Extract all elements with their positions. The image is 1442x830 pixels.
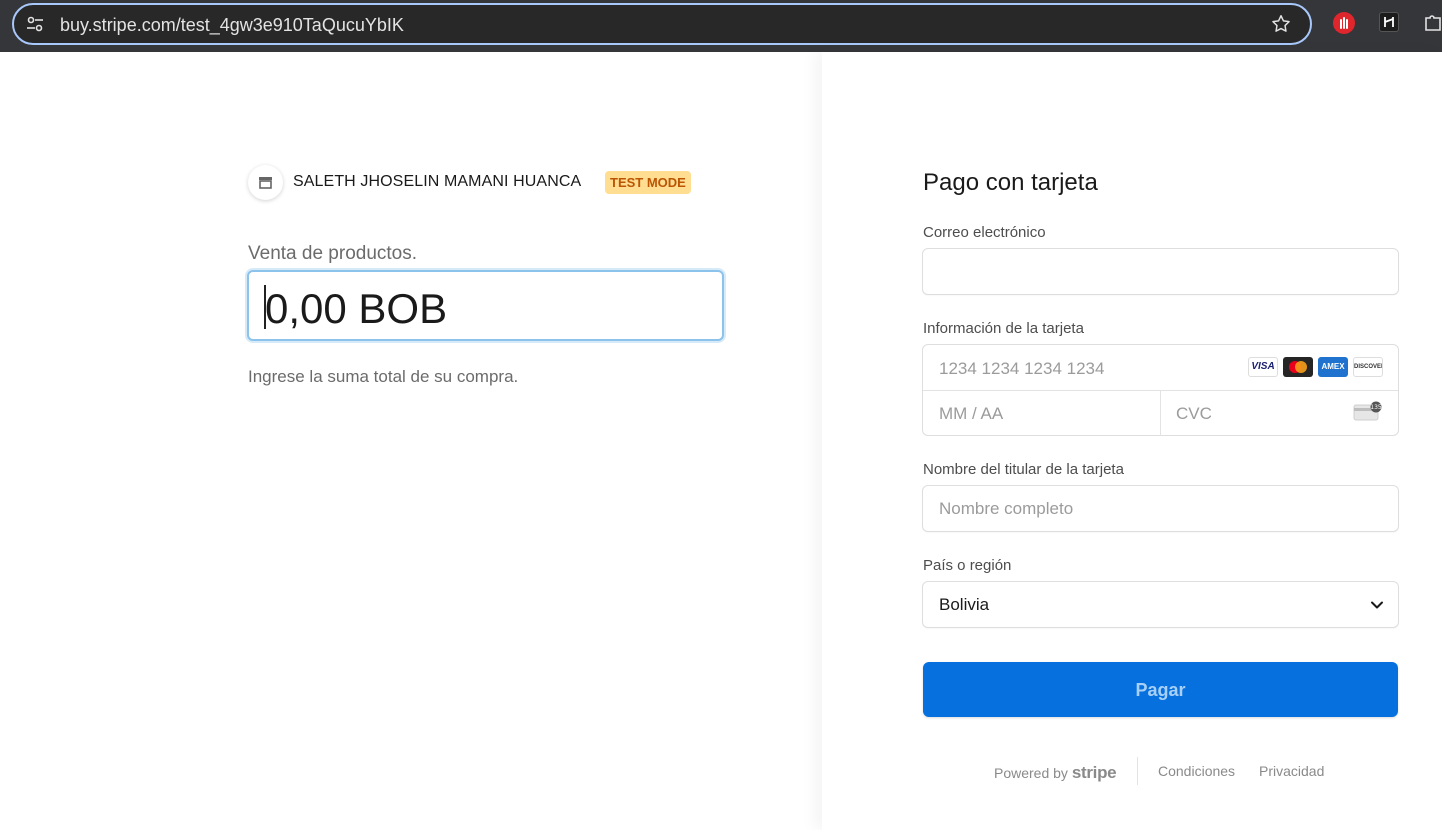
- cvc-card-icon: 135: [1353, 401, 1383, 421]
- amex-icon: AMEX: [1318, 357, 1348, 377]
- powered-by-stripe[interactable]: Powered by stripe: [994, 763, 1117, 783]
- chevron-down-icon: [1370, 598, 1384, 612]
- pay-button-label: Pagar: [1135, 680, 1186, 700]
- card-info-label: Información de la tarjeta: [923, 320, 1084, 337]
- country-label: País o región: [923, 557, 1012, 574]
- merchant-name: SALETH JHOSELIN MAMANI HUANCA: [293, 173, 582, 190]
- card-divider: [1160, 390, 1161, 436]
- pay-button[interactable]: Pagar: [923, 662, 1398, 717]
- browser-toolbar: buy.stripe.com/test_4gw3e910TaQucuYbIK: [0, 0, 1442, 52]
- mastercard-icon: [1283, 357, 1313, 377]
- visa-icon: VISA: [1248, 357, 1278, 377]
- address-bar[interactable]: buy.stripe.com/test_4gw3e910TaQucuYbIK: [12, 3, 1312, 45]
- card-info-group: 1234 1234 1234 1234 VISA AMEX DISCOVER M…: [922, 344, 1399, 436]
- cvc-icon-digits: 135: [1370, 404, 1382, 411]
- puzzle-extensions-icon[interactable]: [1424, 12, 1442, 32]
- tune-icon[interactable]: [26, 15, 44, 33]
- country-value: Bolivia: [939, 595, 990, 614]
- footer-divider: [1137, 757, 1138, 785]
- holder-placeholder: Nombre completo: [939, 499, 1074, 518]
- payment-title: Pago con tarjeta: [923, 169, 1098, 196]
- amount-hint: Ingrese la suma total de su compra.: [248, 367, 519, 386]
- test-mode-badge: TEST MODE: [605, 171, 691, 194]
- stripe-logo: stripe: [1071, 763, 1117, 782]
- card-expiry-field[interactable]: MM / AA: [939, 404, 1003, 424]
- hand-extension-icon[interactable]: [1333, 12, 1355, 34]
- holder-label: Nombre del titular de la tarjeta: [923, 461, 1124, 478]
- extension-icon[interactable]: [1379, 12, 1399, 32]
- cardholder-name-field[interactable]: Nombre completo: [922, 485, 1399, 532]
- email-field[interactable]: [922, 248, 1399, 295]
- card-number-field[interactable]: 1234 1234 1234 1234: [939, 359, 1104, 379]
- card-cvc-field[interactable]: CVC: [1176, 404, 1212, 424]
- store-icon: [248, 165, 283, 200]
- product-title: Venta de productos.: [248, 243, 418, 264]
- terms-link[interactable]: Condiciones: [1158, 763, 1235, 779]
- discover-icon: DISCOVER: [1353, 357, 1383, 377]
- email-label: Correo electrónico: [923, 224, 1046, 241]
- address-url[interactable]: buy.stripe.com/test_4gw3e910TaQucuYbIK: [60, 15, 404, 36]
- country-select[interactable]: Bolivia: [922, 581, 1399, 628]
- privacy-link[interactable]: Privacidad: [1259, 763, 1324, 779]
- star-icon[interactable]: [1270, 13, 1292, 35]
- amount-input[interactable]: 0,00 BOB: [247, 270, 724, 341]
- amount-value[interactable]: 0,00 BOB: [265, 285, 447, 333]
- powered-by-text: Powered by: [994, 765, 1068, 781]
